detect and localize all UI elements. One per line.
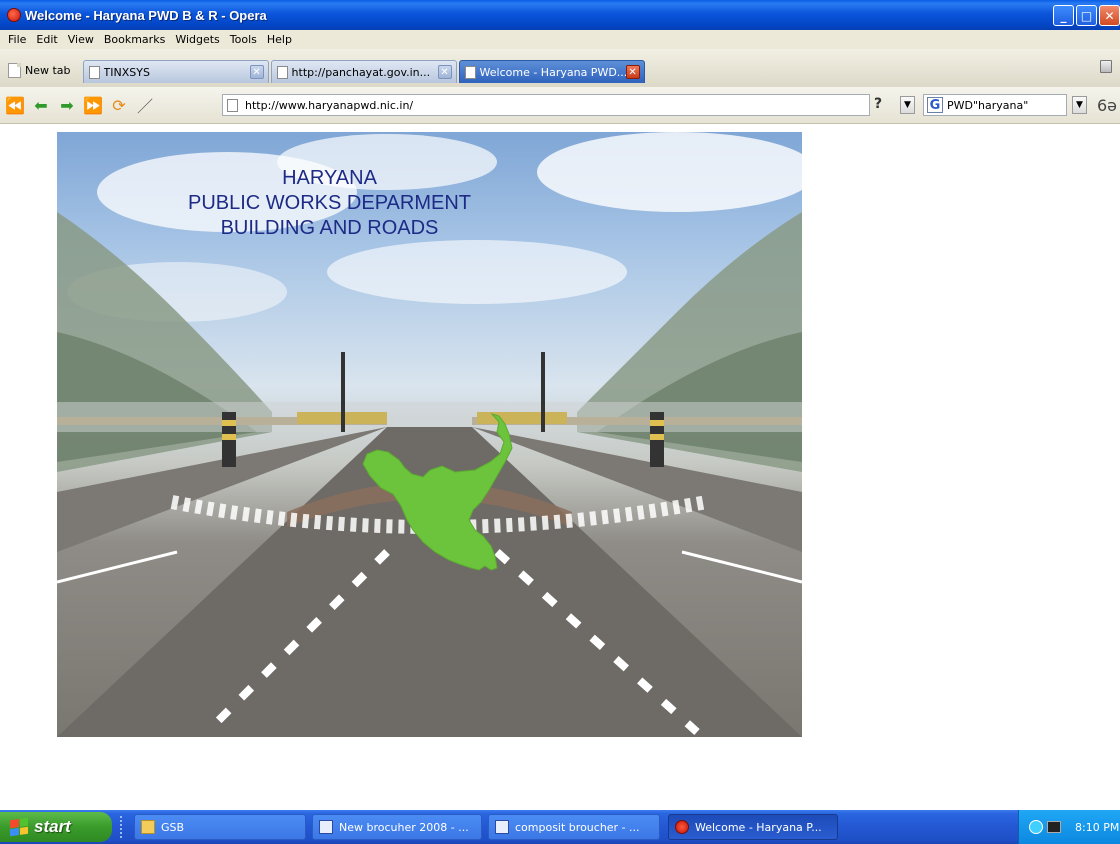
close-tab-icon[interactable]: ✕ [437,65,452,79]
maximize-button[interactable]: □ [1076,5,1097,26]
page-icon [276,65,288,79]
menu-tools[interactable]: Tools [226,33,263,46]
menu-view[interactable]: View [64,33,100,46]
search-query: PWD"haryana" [947,98,1029,112]
taskbar-item-opera[interactable]: Welcome - Haryana P... [668,814,838,840]
rewind-icon[interactable]: ⏪ [4,94,26,116]
taskbar-item-label: composit broucher - ... [515,820,640,834]
new-tab-button[interactable]: New tab [8,60,81,81]
close-tab-icon[interactable]: ✕ [625,65,640,79]
tab-tinxsys[interactable]: TINXSYS ✕ [82,60,269,83]
window-title: Welcome - Haryana PWD B & R - Opera [25,7,267,23]
banner-title: HARYANA PUBLIC WORKS DEPARMENT BUILDING … [57,166,602,241]
tab-panchayat[interactable]: http://panchayat.gov.in... ✕ [270,60,457,83]
reload-icon[interactable]: ⟳ [108,94,130,116]
forward-arrow-icon[interactable]: ➡ [56,94,78,116]
page-icon [88,65,100,79]
system-tray: 8:10 PM [1018,810,1120,844]
taskbar-item-label: New brocuher 2008 - ... [339,820,469,834]
page-content: HARYANA PUBLIC WORKS DEPARMENT BUILDING … [0,124,1120,810]
new-tab-label: New tab [25,64,71,77]
taskbar-item-label: GSB [161,820,185,834]
tab-label: http://panchayat.gov.in... [291,65,431,79]
window-title-bar[interactable]: Welcome - Haryana PWD B & R - Opera _ □ … [0,0,1120,30]
page-icon [464,65,476,79]
word-document-icon [495,820,509,834]
search-engine-icon[interactable]: G [927,97,943,113]
search-dropdown-button[interactable]: ▼ [1072,96,1087,114]
windows-flag-icon [10,817,28,837]
taskbar-item-label: Welcome - Haryana P... [695,820,822,834]
windows-taskbar: start GSB New brocuher 2008 - ... compos… [0,810,1120,844]
network-icon[interactable] [1047,821,1061,833]
menu-bar: File Edit View Bookmarks Widgets Tools H… [0,30,1120,49]
taskbar-item-new-brochure[interactable]: New brocuher 2008 - ... [312,814,482,840]
word-document-icon [319,820,333,834]
menu-widgets[interactable]: Widgets [171,33,225,46]
opera-icon [7,8,21,22]
edit-pen-icon[interactable]: ／ [134,94,156,116]
address-field[interactable]: http://www.haryanapwd.nic.in/ [222,94,870,116]
taskbar-item-gsb[interactable]: GSB [134,814,306,840]
banner-line-3: BUILDING AND ROADS [220,217,439,239]
address-url: http://www.haryanapwd.nic.in/ [245,98,414,112]
tab-bar: New tab TINXSYS ✕ http://panchayat.gov.i… [0,49,1120,87]
back-arrow-icon[interactable]: ⬅ [30,94,52,116]
address-dropdown-button[interactable]: ▼ [900,96,915,114]
trash-icon[interactable] [1100,60,1112,73]
minimize-button[interactable]: _ [1053,5,1074,26]
start-label: start [34,817,71,836]
tab-label: TINXSYS [103,65,150,79]
navigation-bar: ⏪ ⬅ ➡ ⏩ ⟳ ／ http://www.haryanapwd.nic.in… [0,87,1120,124]
opera-icon [675,820,689,834]
menu-bookmarks[interactable]: Bookmarks [100,33,171,46]
new-page-icon [8,63,21,78]
tab-label: Welcome - Haryana PWD... [479,65,628,79]
help-icon[interactable]: ? [874,96,882,112]
menu-help[interactable]: Help [263,33,298,46]
close-tab-icon[interactable]: ✕ [249,65,264,79]
clock[interactable]: 8:10 PM [1075,821,1119,834]
taskbar-item-composit-brochure[interactable]: composit broucher - ... [488,814,660,840]
quick-launch-grip[interactable] [120,816,126,838]
menu-file[interactable]: File [4,33,32,46]
start-button[interactable]: start [0,812,112,842]
banner-line-2: PUBLIC WORKS DEPARMENT [188,192,471,214]
tray-expand-icon[interactable] [1029,820,1043,834]
close-button[interactable]: ✕ [1099,5,1120,26]
page-icon [227,98,238,112]
menu-edit[interactable]: Edit [32,33,63,46]
glasses-icon[interactable]: 6ә [1097,96,1117,115]
folder-icon [141,820,155,834]
banner-line-1: HARYANA [282,167,377,189]
banner-image[interactable]: HARYANA PUBLIC WORKS DEPARMENT BUILDING … [57,132,802,737]
fast-forward-icon[interactable]: ⏩ [82,94,104,116]
search-field[interactable]: G PWD"haryana" [923,94,1067,116]
tab-haryana-pwd[interactable]: Welcome - Haryana PWD... ✕ [458,60,645,83]
